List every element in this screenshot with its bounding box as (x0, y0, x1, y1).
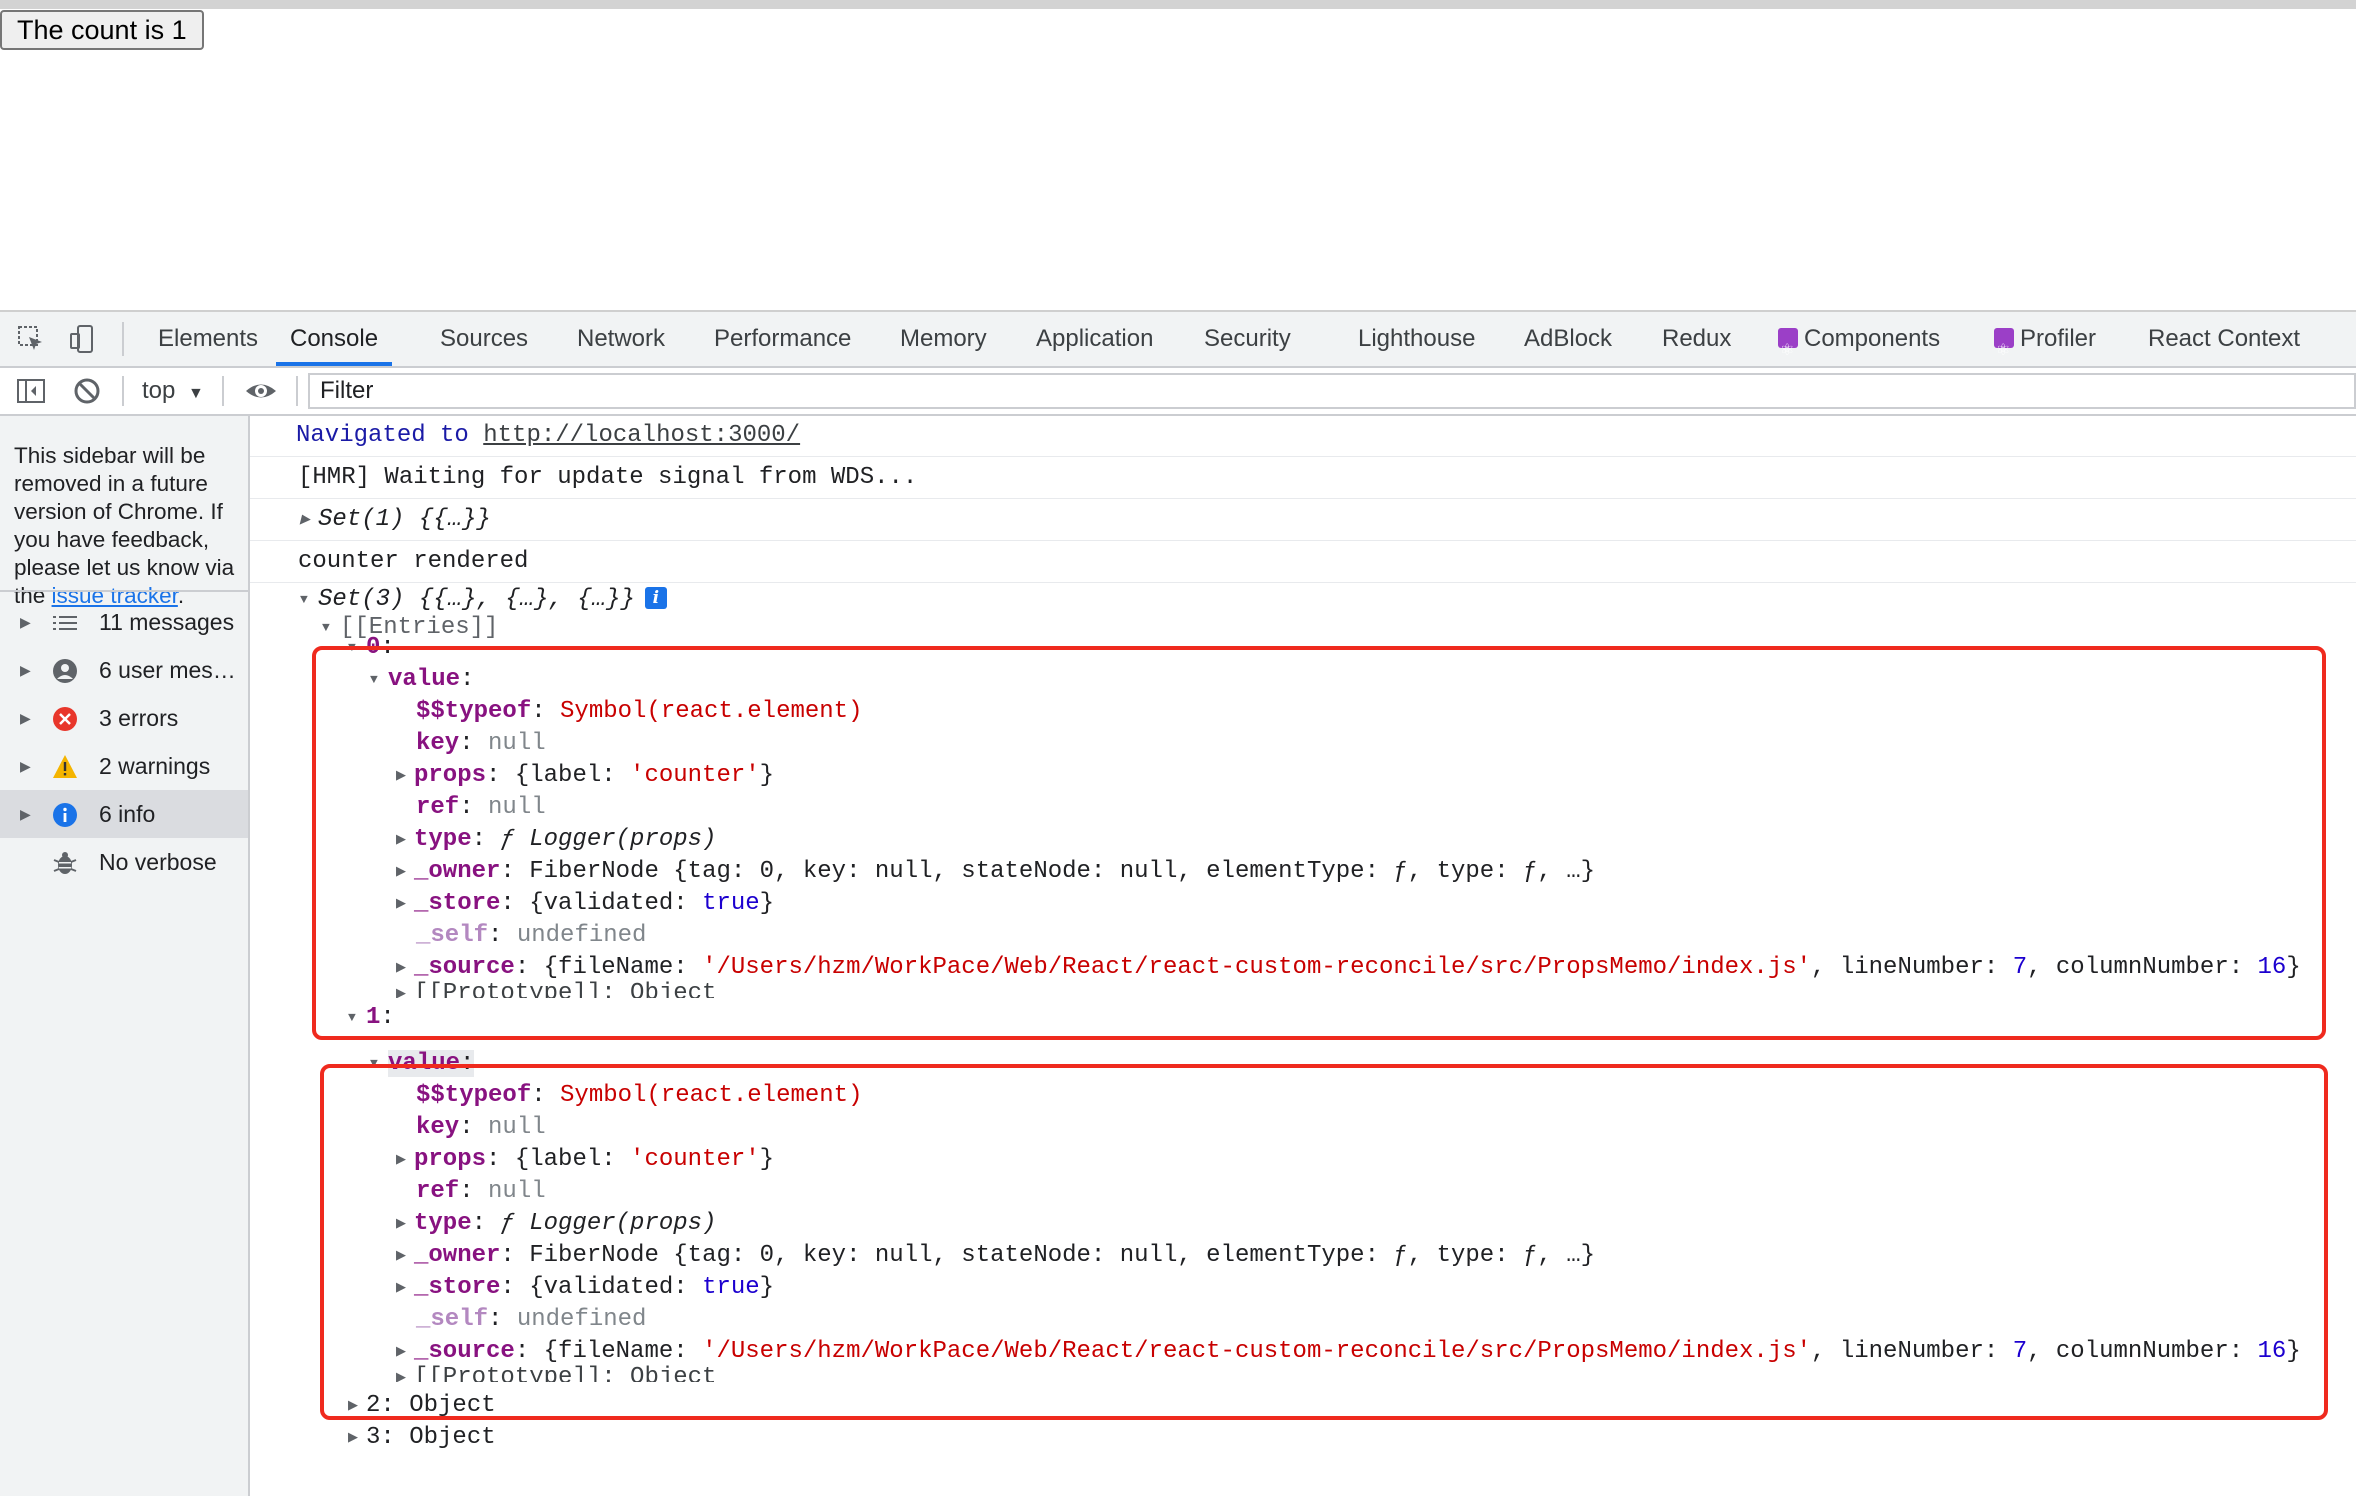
tab-application[interactable]: Application (1036, 312, 1153, 366)
tab-adblock[interactable]: AdBlock (1524, 312, 1612, 366)
console-message-set1[interactable]: Set(1) {{…}} (250, 498, 2356, 541)
entry-3-text: 3: Object (366, 1424, 496, 1451)
info-icon (53, 803, 77, 827)
tab-memory[interactable]: Memory (900, 312, 987, 366)
sidebar-deprecation-notice: This sidebar will be removed in a future… (14, 442, 246, 610)
count-button[interactable]: The count is 1 (0, 10, 204, 50)
tab-performance[interactable]: Performance (714, 312, 851, 366)
filter-input[interactable]: Filter (308, 373, 2356, 409)
expand-arrow-icon[interactable]: ▶ (20, 646, 31, 694)
sidebar-label: No verbose (99, 849, 217, 875)
tab-components-label: Components (1804, 325, 1941, 352)
navigated-line: Navigated to http://localhost:3000/ (296, 420, 800, 452)
devtools-tabbar: Elements Console Sources Network Perform… (0, 312, 2356, 378)
toolbar-separator (122, 376, 124, 406)
expand-arrow-icon[interactable]: ▶ (20, 694, 31, 742)
toggle-sidebar-icon[interactable] (16, 376, 46, 406)
entry-3-node[interactable]: 3: Object (348, 1422, 496, 1454)
sidebar-label: 6 info (99, 801, 156, 827)
tab-lighthouse[interactable]: Lighthouse (1358, 312, 1475, 366)
console-sidebar: This sidebar will be removed in a future… (0, 416, 250, 1496)
console-message-hmr: [HMR] Waiting for update signal from WDS… (250, 456, 2356, 499)
set1-summary[interactable]: Set(1) {{…}} (300, 504, 491, 536)
inspect-element-icon[interactable] (16, 324, 46, 354)
console-message-counter: counter rendered (250, 540, 2356, 583)
tabbar-separator (122, 322, 124, 356)
set3-text: Set(3) {{…}, {…}, {…}} (318, 586, 635, 613)
tab-sources[interactable]: Sources (440, 312, 528, 366)
sidebar-divider (0, 590, 248, 592)
tab-profiler-label: Profiler (2020, 325, 2097, 352)
live-expression-eye-icon[interactable] (244, 376, 278, 406)
navigated-prefix: Navigated to (296, 422, 484, 449)
tab-redux[interactable]: Redux (1662, 312, 1731, 366)
device-toolbar-icon[interactable] (68, 324, 98, 354)
sidebar-item-info[interactable]: ▶ 6 info (0, 790, 248, 838)
dropdown-arrow-icon: ▼ (188, 385, 204, 402)
error-icon (53, 707, 77, 731)
counter-rendered-text: counter rendered (298, 548, 529, 575)
annotation-box-entry-1 (320, 1064, 2328, 1420)
sidebar-item-verbose[interactable]: No verbose (0, 838, 248, 886)
react-profiler-icon (1994, 324, 2014, 378)
tab-security[interactable]: Security (1204, 312, 1291, 366)
set1-text: Set(1) {{…}} (318, 506, 491, 533)
console-toolbar: top ▼ Filter (0, 368, 2356, 416)
expand-arrow-icon[interactable]: ▶ (20, 742, 31, 790)
tab-react-context[interactable]: React Context (2148, 312, 2300, 366)
expand-arrow-icon[interactable]: ▶ (20, 790, 31, 838)
context-label: top (142, 377, 176, 404)
tab-console[interactable]: Console (276, 312, 393, 366)
console-message-navigated: Navigated to http://localhost:3000/ (250, 416, 2356, 457)
user-icon (53, 659, 77, 683)
list-icon (53, 616, 77, 630)
context-selector[interactable]: top ▼ (142, 368, 204, 414)
sidebar-item-warnings[interactable]: ▶ 2 warnings (0, 742, 248, 790)
tab-elements[interactable]: Elements (158, 312, 258, 366)
hmr-text: [HMR] Waiting for update signal from WDS… (298, 464, 918, 491)
annotation-box-entry-0 (312, 646, 2326, 1040)
sidebar-item-messages[interactable]: ▶ 11 messages (0, 598, 248, 646)
sidebar-label: 11 messages (99, 609, 235, 635)
navigated-url-link[interactable]: http://localhost:3000/ (483, 422, 800, 449)
toolbar-separator-3 (296, 376, 298, 406)
object-info-icon[interactable]: i (644, 587, 667, 609)
expand-arrow-icon[interactable]: ▶ (20, 598, 31, 646)
tab-profiler[interactable]: Profiler (1994, 312, 2097, 378)
clear-console-icon[interactable] (72, 376, 102, 406)
bug-icon (53, 852, 77, 874)
sidebar-label: 6 user mes… (99, 657, 236, 683)
browser-top-edge (0, 0, 2356, 9)
tab-components[interactable]: Components (1778, 312, 1941, 378)
toolbar-separator-2 (222, 376, 224, 406)
tab-network[interactable]: Network (577, 312, 665, 366)
sidebar-label: 2 warnings (99, 753, 211, 779)
react-components-icon (1778, 324, 1798, 378)
sidebar-item-errors[interactable]: ▶ 3 errors (0, 694, 248, 742)
sidebar-label: 3 errors (99, 705, 179, 731)
sidebar-item-user-messages[interactable]: ▶ 6 user mes… (0, 646, 248, 694)
warning-icon (53, 755, 77, 778)
